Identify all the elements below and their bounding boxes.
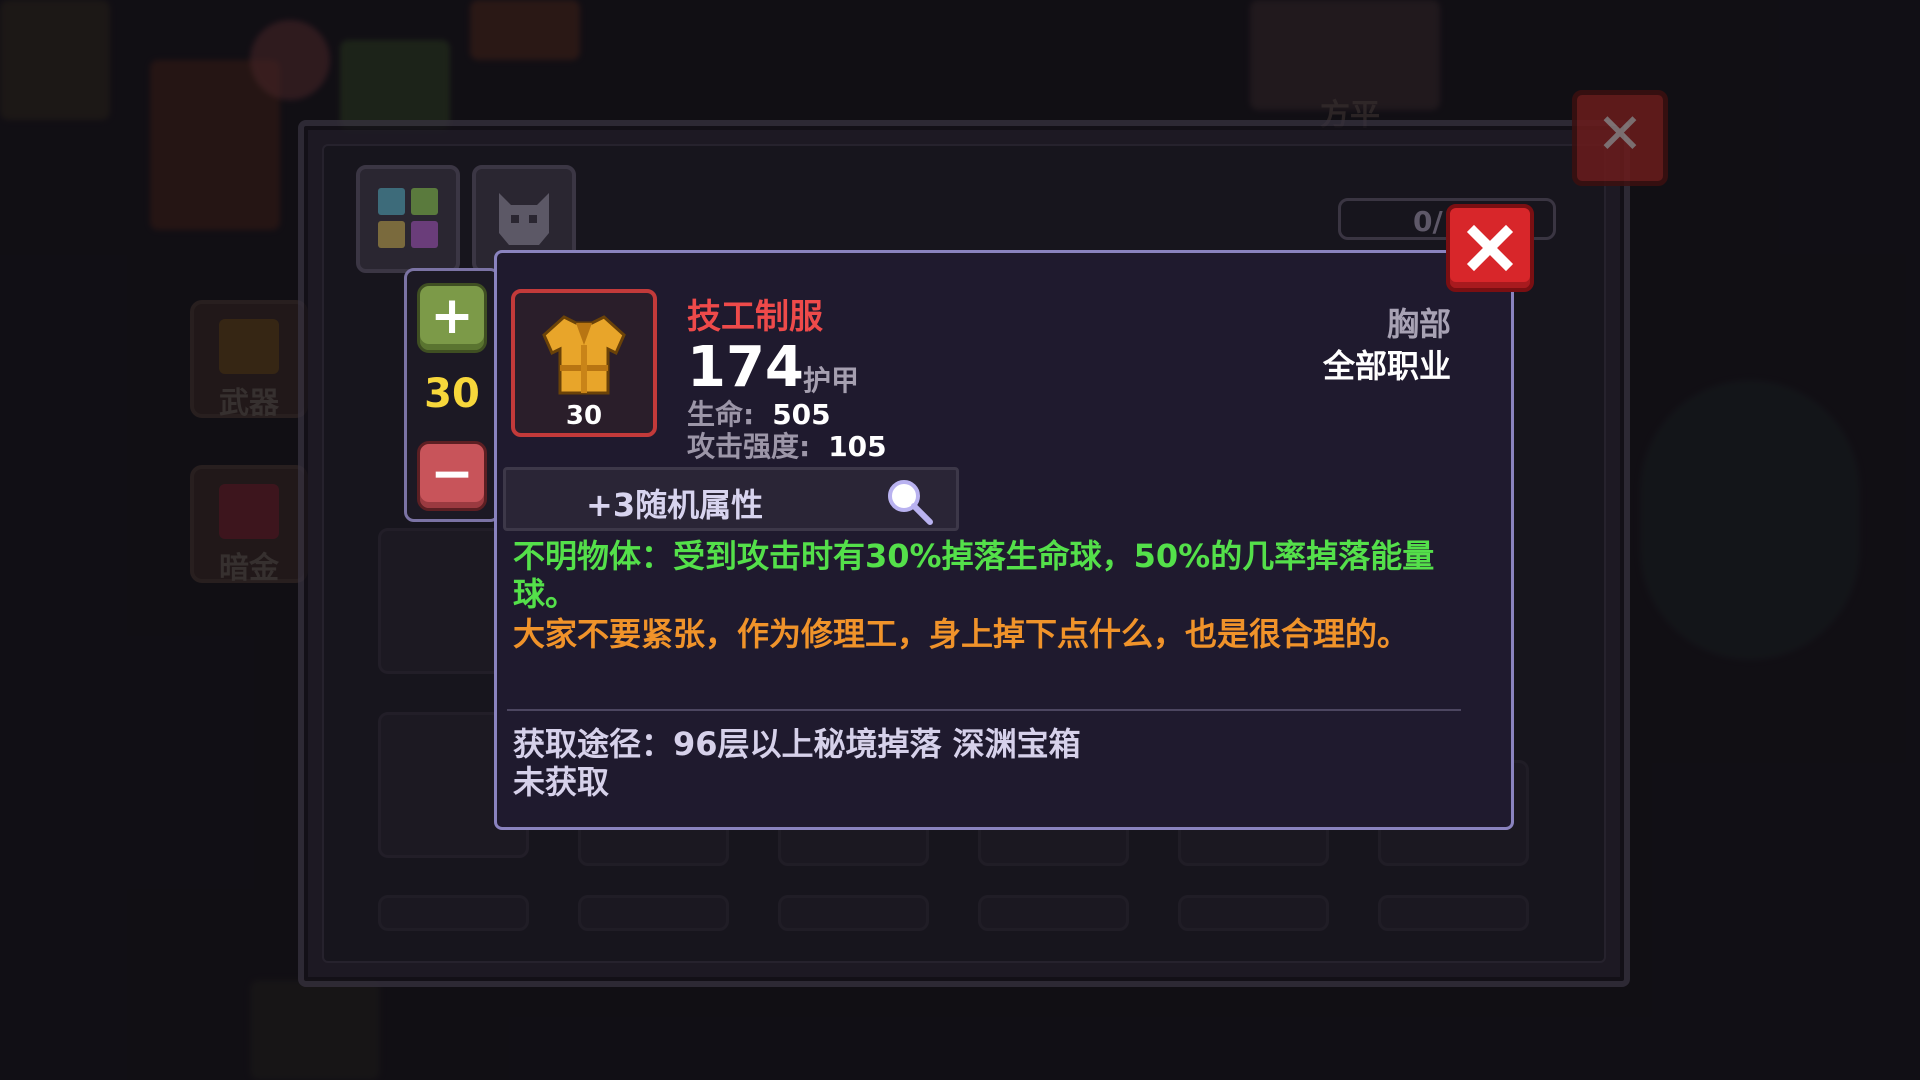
inventory-slot[interactable] [978, 895, 1129, 931]
inventory-slot[interactable] [378, 895, 529, 931]
random-attributes-bar[interactable]: +3随机属性 [503, 467, 959, 531]
item-flavor-text: 大家不要紧张，作为修理工，身上掉下点什么，也是很合理的。 [513, 615, 1410, 653]
decrease-level-button[interactable]: − [417, 441, 487, 511]
close-icon [1466, 224, 1514, 272]
tab-all-items[interactable] [356, 165, 460, 273]
section-divider [507, 709, 1461, 711]
inventory-slot[interactable] [1178, 895, 1329, 931]
increase-level-button[interactable]: + [417, 283, 487, 353]
close-button[interactable] [1446, 204, 1534, 292]
inventory-slot[interactable] [1378, 895, 1529, 931]
stat-row-attack: 攻击强度: 105 [687, 425, 887, 465]
item-obtained-status: 未获取 [513, 763, 610, 801]
minus-icon: − [430, 444, 474, 504]
item-name: 技工制服 [687, 297, 823, 337]
uniform-armor-icon [542, 315, 626, 395]
magnifier-icon[interactable] [884, 476, 938, 526]
random-attributes-label: +3随机属性 [586, 486, 764, 524]
item-level: 30 [565, 401, 603, 431]
level-stepper-value: 30 [424, 371, 480, 417]
inventory-slot[interactable] [778, 895, 929, 931]
inventory-close-button[interactable]: ✕ [1572, 90, 1668, 186]
stat-value: 105 [828, 430, 887, 463]
level-stepper: + 30 − [404, 268, 500, 522]
item-effect-text: 不明物体：受到攻击时有30%掉落生命球，50%的几率掉落能量球。 [513, 537, 1435, 613]
item-detail-panel: 30 技工制服 174 护甲 生命: 505 攻击强度: 105 胸部 全部职业 +… [494, 250, 1514, 830]
armor-value: 174 [687, 335, 804, 400]
pet-tab-icon [499, 193, 549, 245]
inventory-slot[interactable] [578, 895, 729, 931]
equipment-slot-type: 胸部 [1386, 305, 1451, 343]
item-icon-frame: 30 [511, 289, 657, 437]
stat-label: 攻击强度: [687, 430, 811, 463]
all-items-tab-icon [378, 188, 438, 248]
plus-icon: + [430, 286, 474, 346]
class-requirement: 全部职业 [1322, 347, 1451, 385]
